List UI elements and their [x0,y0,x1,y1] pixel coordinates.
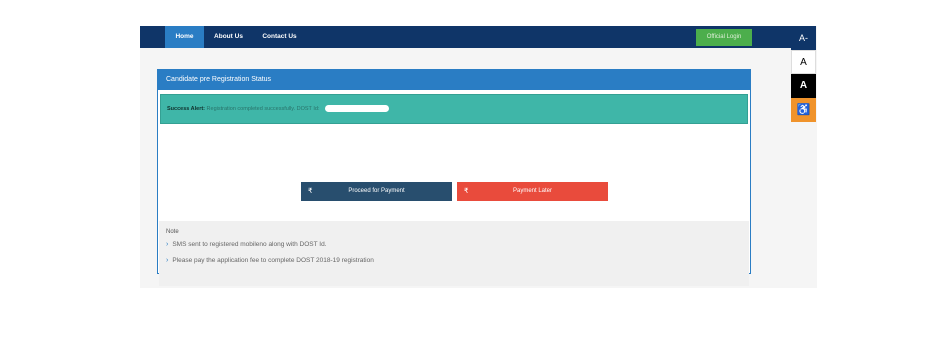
official-login-button[interactable]: Official Login [696,29,752,46]
chevron-right-icon: › [166,257,169,264]
note-item-text: Please pay the application fee to comple… [172,257,374,264]
nav-about-us[interactable]: About Us [207,26,250,48]
page: Home About Us Contact Us Official Login … [0,0,940,337]
note-item: › Please pay the application fee to compl… [166,257,749,264]
proceed-button-label: Proceed for Payment [348,188,405,194]
note-box: Note › SMS sent to registered mobileno al… [159,221,749,286]
note-item-text: SMS sent to registered mobileno along wi… [172,241,327,248]
rupee-icon: ₹ [308,188,313,195]
rupee-icon: ₹ [464,188,469,195]
note-title: Note [166,229,179,235]
payment-later-button[interactable]: ₹ Payment Later [457,182,608,201]
accessibility-toolbar: A- A A ♿ [791,26,816,122]
normal-font-button[interactable]: A [791,50,816,74]
proceed-for-payment-button[interactable]: ₹ Proceed for Payment [301,182,452,201]
decrease-font-button[interactable]: A- [791,26,816,50]
high-contrast-button[interactable]: A [791,74,816,98]
top-navbar: Home About Us Contact Us Official Login [140,26,791,48]
panel-heading: Candidate pre Registration Status [158,70,750,90]
success-alert: Success Alert: Registration completed su… [160,94,748,124]
redacted-dost-id [324,105,389,113]
note-item: › SMS sent to registered mobileno along w… [166,241,749,248]
wheelchair-icon[interactable]: ♿ [791,98,816,122]
nav-home[interactable]: Home [165,26,204,48]
alert-label: Success Alert: [167,106,206,112]
browser-content: Home About Us Contact Us Official Login … [140,26,817,288]
alert-message: Registration completed successfully. DOS… [206,106,320,112]
later-button-label: Payment Later [512,188,553,194]
nav-contact-us[interactable]: Contact Us [253,26,306,48]
chevron-right-icon: › [166,241,169,248]
registration-status-panel: Candidate pre Registration Status Succes… [157,69,751,286]
